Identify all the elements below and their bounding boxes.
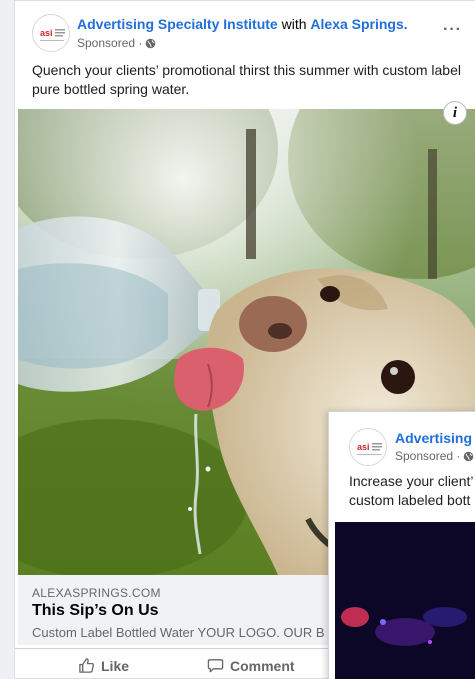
second-post-title: Advertising S xyxy=(395,430,475,446)
ad-info-icon[interactable]: i xyxy=(443,101,467,125)
with-word: with xyxy=(281,16,307,32)
page-avatar[interactable]: asi xyxy=(32,14,70,52)
asi-logo-icon-2: asi xyxy=(350,429,386,465)
comment-icon xyxy=(207,659,224,673)
page-name-link[interactable]: Advertising Specialty Institute xyxy=(77,16,278,32)
tagged-page-link[interactable]: Alexa Springs. xyxy=(310,16,407,32)
second-page-name-link[interactable]: Advertising S xyxy=(395,430,475,446)
comment-button[interactable]: Comment xyxy=(207,657,295,674)
second-caption-line2: custom labeled bott xyxy=(349,492,471,508)
thumbs-up-icon xyxy=(79,658,95,673)
post-caption: Quench your clients’ promotional thirst … xyxy=(32,62,461,97)
avatar-logo-text-2: asi xyxy=(357,442,370,452)
asi-logo-icon: asi xyxy=(33,15,69,51)
second-sponsored-text[interactable]: Sponsored · xyxy=(395,449,460,463)
second-post-photo xyxy=(335,522,475,679)
comment-label: Comment xyxy=(230,657,295,674)
second-sponsored-post-card[interactable]: asi Advertising S Sponsored · Increase y… xyxy=(328,411,475,679)
sponsored-label: Sponsored · xyxy=(77,36,156,50)
like-button[interactable]: Like xyxy=(78,657,129,674)
post-title-line: Advertising Specialty Institute with Ale… xyxy=(77,16,408,32)
link-description: Custom Label Bottled Water YOUR LOGO. OU… xyxy=(32,625,325,640)
like-label: Like xyxy=(101,657,130,674)
link-headline[interactable]: This Sip’s On Us xyxy=(32,602,159,620)
globe-icon xyxy=(146,38,156,48)
sponsored-text[interactable]: Sponsored · xyxy=(77,36,142,50)
link-domain: ALEXASPRINGS.COM xyxy=(32,586,161,600)
second-sponsored-label: Sponsored · xyxy=(395,449,474,463)
second-page-avatar[interactable]: asi xyxy=(349,428,387,466)
post-header: asi Advertising Specialty Institute with… xyxy=(15,1,475,57)
more-options-icon[interactable]: ··· xyxy=(443,21,462,39)
globe-icon-2 xyxy=(464,451,474,461)
second-post-caption: Increase your client’ custom labeled bot… xyxy=(349,472,475,510)
second-caption-line1: Increase your client’ xyxy=(349,473,474,489)
avatar-logo-text: asi xyxy=(40,28,53,38)
second-post-image[interactable] xyxy=(335,522,475,679)
